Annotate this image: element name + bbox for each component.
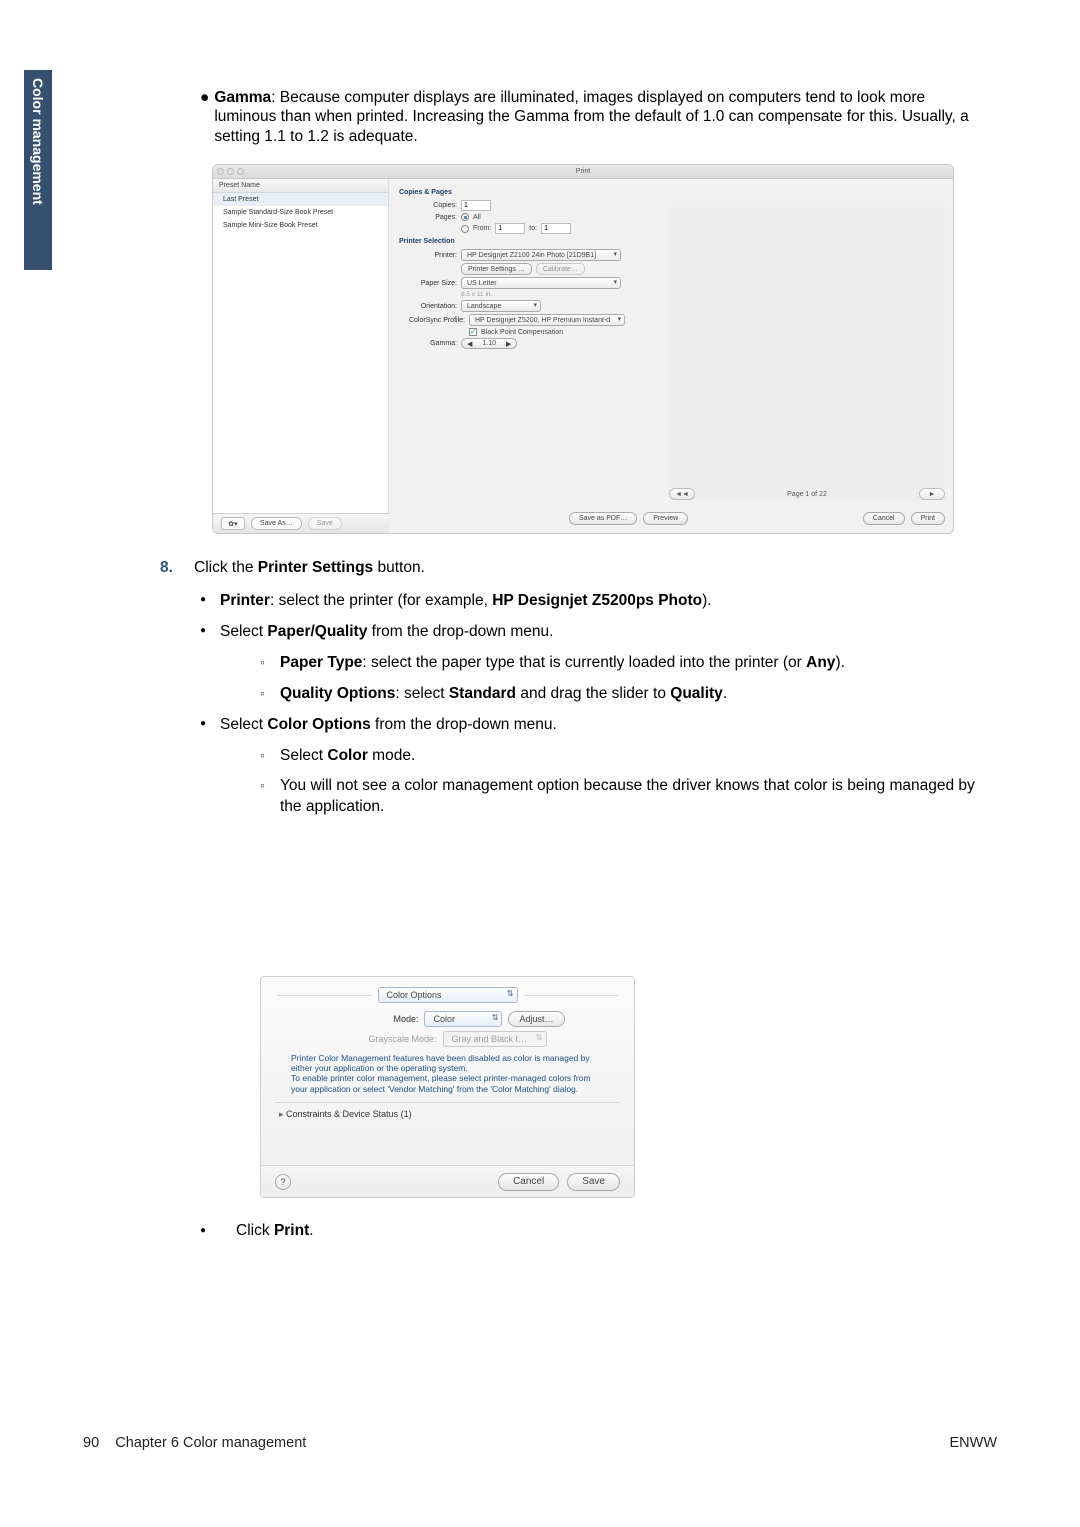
- cancel-button[interactable]: Cancel: [498, 1173, 559, 1191]
- gamma-bullet-text: Gamma: Because computer displays are ill…: [214, 88, 969, 146]
- copies-input[interactable]: [461, 200, 491, 211]
- preset-header: Preset Name: [213, 179, 388, 193]
- constraints-disclosure[interactable]: Constraints & Device Status (1): [279, 1109, 616, 1120]
- traffic-lights: [217, 168, 244, 175]
- pages-from-label: From:: [473, 225, 491, 232]
- bullet-dot: ●: [200, 88, 210, 107]
- save-preset-button: Save: [308, 517, 342, 530]
- colorsync-select[interactable]: HP Designjet Z5200, HP Premium Instant-d: [469, 314, 625, 326]
- from-input[interactable]: [495, 223, 525, 234]
- preset-gear-button[interactable]: ✿▾: [221, 517, 245, 530]
- paper-size-label: Paper Size:: [399, 280, 457, 287]
- orientation-label: Orientation:: [399, 303, 457, 310]
- cancel-button[interactable]: Cancel: [863, 512, 905, 525]
- preset-item[interactable]: Sample Standard-Size Book Preset: [213, 206, 388, 219]
- quality-options-bullet: Quality Options: select Standard and dra…: [260, 684, 980, 705]
- save-button[interactable]: Save: [567, 1173, 620, 1191]
- color-options-bullet: Select Color Options from the drop-down …: [200, 715, 980, 819]
- color-mode-bullet: Select Color mode.: [260, 746, 980, 767]
- paper-dims: 8.5 x 11 in.: [461, 291, 492, 298]
- print-dialog-screenshot: Print Preset Name Last Preset Sample Sta…: [212, 164, 954, 534]
- paper-quality-bullet: Select Paper/Quality from the drop-down …: [200, 622, 980, 705]
- preset-bottom-bar: ✿▾ Save As… Save: [213, 513, 389, 533]
- side-tab: Color management: [24, 70, 52, 270]
- orientation-select[interactable]: Landscape: [461, 300, 541, 312]
- print-button[interactable]: Print: [911, 512, 945, 525]
- to-input[interactable]: [541, 223, 571, 234]
- settings-panel: Copies & Pages Copies: Pages: All From: …: [389, 179, 953, 533]
- step-text: Click the Printer Settings button.: [194, 558, 425, 579]
- printer-bullet: Printer: select the printer (for example…: [200, 591, 980, 612]
- paper-type-bullet: Paper Type: select the paper type that i…: [260, 653, 980, 674]
- grayscale-label: Grayscale Mode:: [349, 1034, 437, 1044]
- calibrate-button: Calibrate…: [536, 263, 585, 275]
- gamma-bullet: ● Gamma: Because computer displays are i…: [200, 88, 980, 146]
- pages-from-radio[interactable]: [461, 225, 469, 233]
- instructions: 8. Click the Printer Settings button. Pr…: [160, 558, 980, 828]
- preview-button[interactable]: Preview: [643, 512, 688, 525]
- preview-prev-button[interactable]: ◄◄: [669, 488, 695, 500]
- printer-label: Printer:: [399, 252, 457, 259]
- help-button[interactable]: ?: [275, 1174, 291, 1190]
- chapter-label: Chapter 6 Color management: [115, 1435, 306, 1451]
- printer-settings-button[interactable]: Printer Settings …: [461, 263, 532, 275]
- mode-label: Mode:: [330, 1014, 418, 1024]
- window-titlebar: Print: [213, 165, 953, 179]
- copies-pages-title: Copies & Pages: [399, 189, 943, 196]
- pages-all-radio[interactable]: [461, 213, 469, 221]
- save-as-button[interactable]: Save As…: [251, 517, 302, 530]
- grayscale-select: Gray and Black I…: [443, 1031, 547, 1047]
- copies-label: Copies:: [399, 202, 457, 209]
- mode-select[interactable]: Color: [424, 1011, 502, 1027]
- pages-label: Pages:: [399, 214, 457, 221]
- preset-item[interactable]: Last Preset: [213, 193, 388, 206]
- preset-sidebar: Preset Name Last Preset Sample Standard-…: [213, 179, 389, 533]
- side-tab-label: Color management: [30, 78, 46, 205]
- preset-item[interactable]: Sample Mini-Size Book Preset: [213, 219, 388, 232]
- pages-all-label: All: [473, 214, 481, 221]
- page-number: 90: [83, 1435, 99, 1451]
- window-title: Print: [576, 168, 590, 175]
- step-number: 8.: [160, 558, 180, 579]
- color-options-screenshot: Color Options Mode: Color Adjust… Graysc…: [260, 976, 635, 1198]
- color-note-bullet: You will not see a color management opti…: [260, 776, 980, 818]
- page-indicator: Page 1 of 22: [787, 491, 827, 498]
- adjust-button[interactable]: Adjust…: [508, 1011, 564, 1027]
- paper-size-select[interactable]: US Letter: [461, 277, 621, 289]
- gamma-label: Gamma: [214, 89, 271, 106]
- color-mgmt-note: Printer Color Management features have b…: [291, 1053, 604, 1094]
- footer-right: ENWW: [949, 1435, 997, 1451]
- pages-to-label: to:: [529, 225, 537, 232]
- gamma-stepper[interactable]: ◀1.10▶: [461, 338, 517, 349]
- page-footer: 90 Chapter 6 Color management ENWW: [83, 1435, 997, 1451]
- section-select[interactable]: Color Options: [378, 987, 518, 1003]
- printer-select[interactable]: HP Designjet Z2100 24in Photo [21D9B1]: [461, 249, 621, 261]
- bpc-label: Black Point Compensation: [481, 329, 563, 336]
- save-pdf-button[interactable]: Save as PDF…: [569, 512, 637, 525]
- preview-next-button[interactable]: ►: [919, 488, 945, 500]
- preview-area: [669, 207, 945, 501]
- click-print-bullet: Click Print.: [200, 1222, 314, 1240]
- gamma-field-label: Gamma:: [399, 340, 457, 347]
- preset-list: Last Preset Sample Standard-Size Book Pr…: [213, 193, 388, 232]
- bpc-checkbox[interactable]: [469, 328, 477, 336]
- colorsync-label: ColorSync Profile:: [399, 317, 465, 324]
